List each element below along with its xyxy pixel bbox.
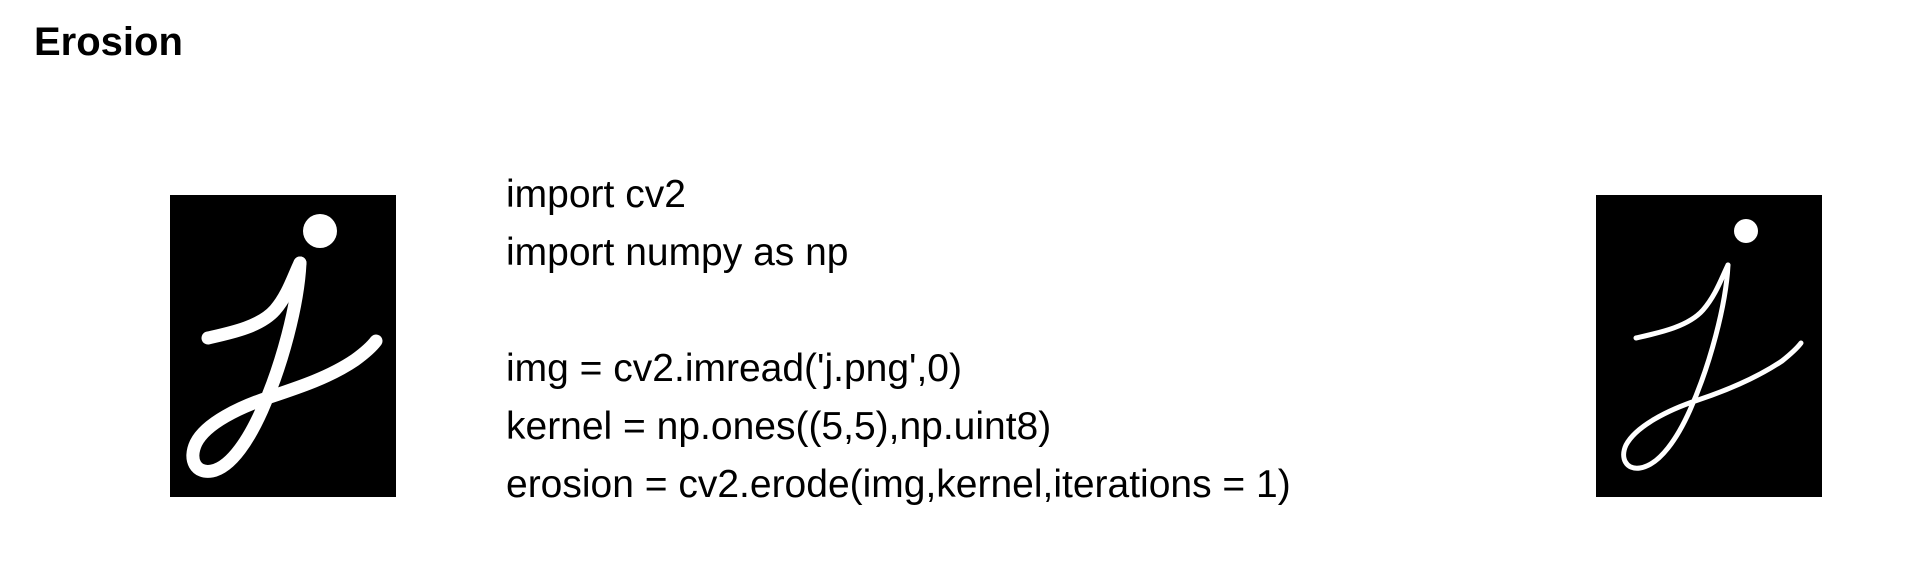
code-line: import cv2 <box>506 173 686 216</box>
code-line: kernel = np.ones((5,5),np.uint8) <box>506 405 1052 448</box>
code-line: erosion = cv2.erode(img,kernel,iteration… <box>506 463 1291 506</box>
letter-j-bold-icon <box>170 195 396 497</box>
original-j-image <box>170 195 396 497</box>
slide-title: Erosion <box>34 20 183 64</box>
code-block: import cv2 import numpy as np img = cv2.… <box>506 166 1291 514</box>
code-line-blank <box>506 282 1291 340</box>
code-line: import numpy as np <box>506 231 849 274</box>
letter-j-thin-icon <box>1596 195 1822 497</box>
code-line: img = cv2.imread('j.png',0) <box>506 347 962 390</box>
eroded-j-image <box>1596 195 1822 497</box>
